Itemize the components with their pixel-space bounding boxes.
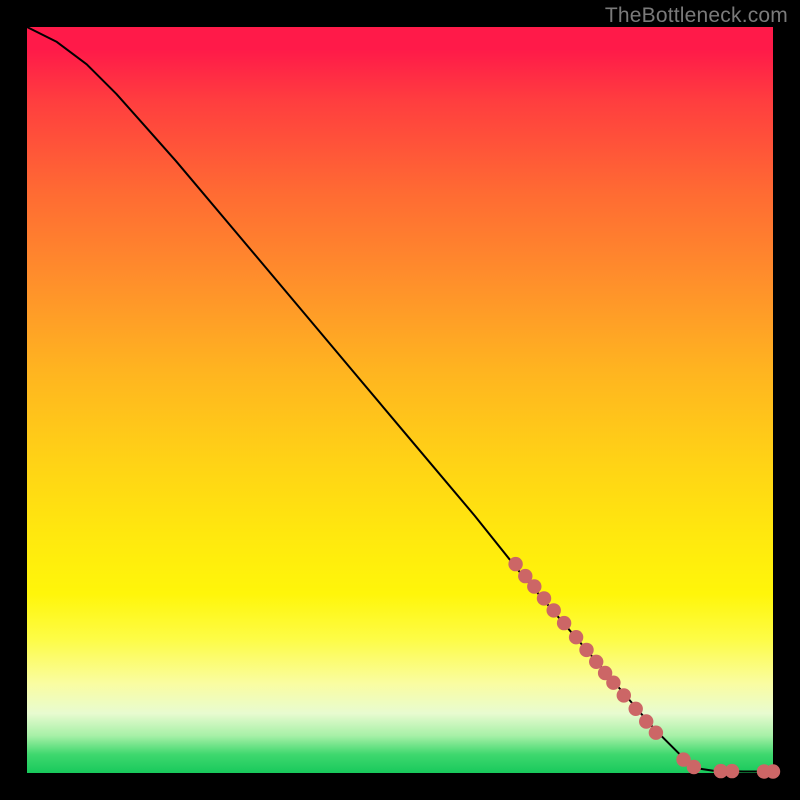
data-marker	[617, 688, 631, 702]
data-marker	[547, 603, 561, 617]
data-marker	[606, 676, 620, 690]
bottleneck-curve	[27, 27, 773, 772]
data-marker	[527, 579, 541, 593]
data-marker	[579, 643, 593, 657]
data-marker	[537, 591, 551, 605]
data-markers	[508, 557, 780, 779]
data-marker	[725, 764, 739, 778]
plot-area	[27, 27, 773, 773]
chart-svg	[27, 27, 773, 773]
data-marker	[687, 760, 701, 774]
chart-frame: TheBottleneck.com	[0, 0, 800, 800]
data-marker	[649, 726, 663, 740]
data-marker	[508, 557, 522, 571]
data-marker	[629, 702, 643, 716]
data-marker	[569, 630, 583, 644]
data-marker	[639, 714, 653, 728]
data-marker	[589, 655, 603, 669]
data-marker	[557, 616, 571, 630]
watermark-text: TheBottleneck.com	[605, 4, 788, 28]
data-marker	[766, 764, 780, 778]
